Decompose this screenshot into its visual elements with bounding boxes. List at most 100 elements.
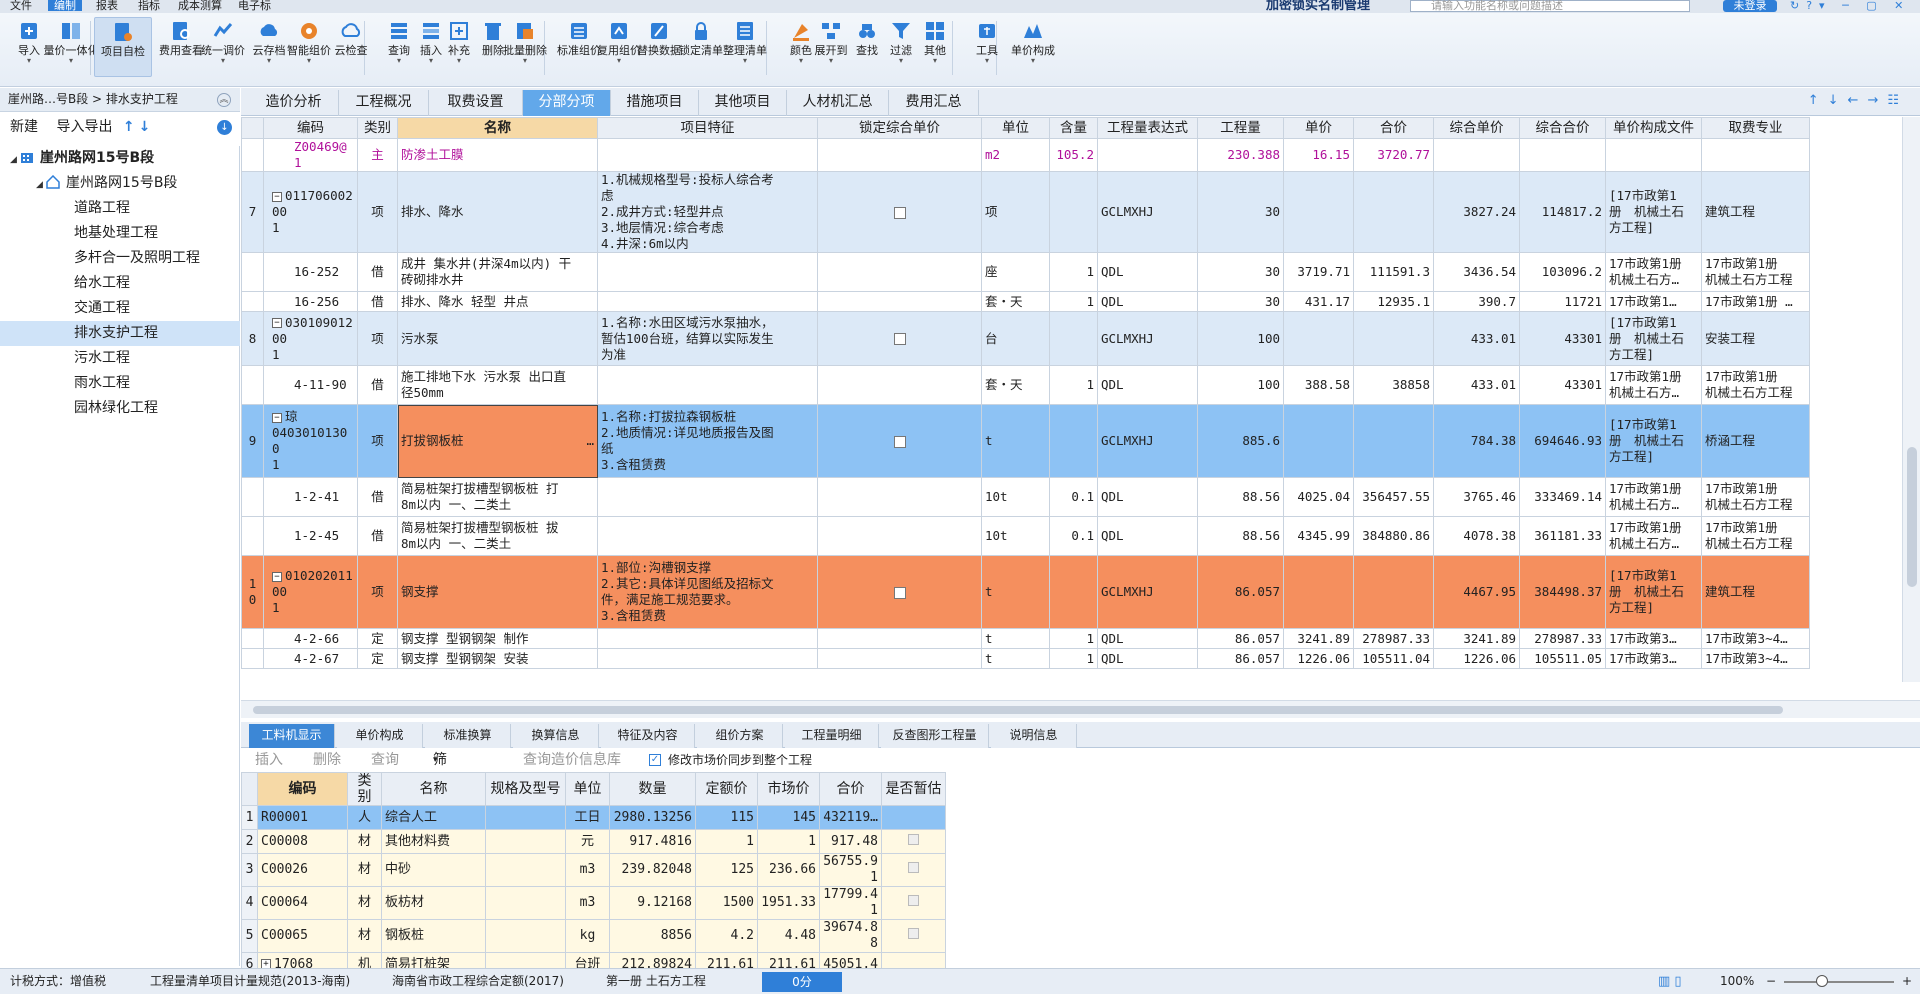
- column-header[interactable]: 类别: [357, 117, 398, 139]
- column-header[interactable]: 单位: [981, 117, 1050, 139]
- cell-est[interactable]: [881, 952, 946, 968]
- bottom-tab-0[interactable]: 工料机显示: [249, 724, 335, 748]
- cell-name[interactable]: 污水泵: [397, 311, 598, 366]
- column-header[interactable]: 数量: [609, 772, 696, 806]
- column-header[interactable]: 含量: [1049, 117, 1098, 139]
- menu-item-1[interactable]: 编制: [48, 0, 82, 11]
- cell-name[interactable]: 成井 集水井(井深4m以内) 干 砖砌排水井: [397, 252, 598, 292]
- estimate-checkbox[interactable]: [908, 833, 919, 845]
- menu-item-0[interactable]: 文件: [4, 0, 38, 11]
- cell-code[interactable]: 16-252: [263, 252, 358, 292]
- zoom-in-icon[interactable]: +: [1902, 969, 1912, 994]
- login-button[interactable]: 未登录: [1723, 0, 1777, 12]
- table-row[interactable]: 16-252 借 成井 集水井(井深4m以内) 干 砖砌排水井 座 1 QDL 30 3719…: [241, 252, 1810, 292]
- cell-code[interactable]: 4-2-67: [263, 648, 358, 669]
- cell-lock[interactable]: [817, 648, 982, 669]
- import-export-button[interactable]: 导入导出: [56, 119, 112, 135]
- tree-item[interactable]: 多杆合一及照明工程: [0, 246, 240, 271]
- cell-name[interactable]: 钢支撑 型钢钢架 安装: [397, 648, 598, 669]
- horizontal-scroll-thumb[interactable]: [253, 706, 1783, 714]
- bottom-tab-1[interactable]: 单价构成: [337, 724, 423, 748]
- expand-icon[interactable]: ◢: [36, 173, 46, 198]
- menu-item-3[interactable]: 指标: [132, 0, 166, 11]
- column-header[interactable]: 单价构成文件: [1605, 117, 1702, 139]
- delete-button[interactable]: 删除: [313, 748, 341, 772]
- column-header[interactable]: 编码: [263, 117, 358, 139]
- cell-lock[interactable]: [817, 171, 982, 253]
- table-row[interactable]: 1-2-45 借 简易桩架打拔槽型钢板桩 拔 8m以内 一、二类土 10t 0.1 QDL…: [241, 516, 1810, 556]
- bottom-tab-6[interactable]: 工程量明细: [785, 724, 879, 748]
- vertical-scroll-thumb[interactable]: [1907, 447, 1917, 587]
- cell-name[interactable]: 施工排地下水 污水泵 出口直 径50mm: [397, 365, 598, 405]
- toolbar-button-batch-delete[interactable]: 批量删除 ▾: [496, 17, 554, 77]
- table-row[interactable]: 10−01020201100 1 项钢支撑 1.部位:沟槽钢支撑 2.其它:具体详见…: [241, 555, 1810, 629]
- download-icon[interactable]: ↓: [217, 120, 232, 135]
- column-header[interactable]: 单位: [565, 772, 610, 806]
- bottom-tab-3[interactable]: 换算信息: [513, 724, 599, 748]
- column-header[interactable]: 类别: [347, 772, 382, 806]
- tree-item[interactable]: 污水工程: [0, 346, 240, 371]
- table-row[interactable]: 1 R00001 人综合人工 工日 2980.13256 115 145 432119…: [241, 805, 946, 830]
- cell-lock[interactable]: [817, 365, 982, 405]
- bottom-tab-8[interactable]: 说明信息: [991, 724, 1077, 748]
- global-search-input[interactable]: 请输入功能名称或问题描述: [1410, 0, 1690, 12]
- lock-checkbox[interactable]: [893, 333, 906, 345]
- column-header[interactable]: 综合单价: [1433, 117, 1520, 139]
- new-button[interactable]: 新建: [10, 119, 38, 135]
- cell-est[interactable]: [881, 853, 946, 887]
- toolbar-button-arrange-list[interactable]: 整理清单 ▾: [716, 17, 774, 77]
- cell-lock[interactable]: [817, 291, 982, 312]
- vertical-scrollbar[interactable]: [1902, 117, 1920, 682]
- cell-code[interactable]: 4-11-90: [263, 365, 358, 405]
- estimate-checkbox[interactable]: [908, 862, 919, 873]
- tree-item[interactable]: ◢ 崖州路网15号B段: [0, 146, 240, 171]
- table-row[interactable]: 2 C00008 材其他材料费 元 917.4816 1 1 917.48: [241, 829, 946, 854]
- column-header[interactable]: 名称: [381, 772, 486, 806]
- cell-lock[interactable]: [817, 516, 982, 556]
- tree-item[interactable]: 园林绿化工程: [0, 396, 240, 421]
- cell-est[interactable]: [881, 829, 946, 854]
- collapse-icon[interactable]: −: [272, 191, 282, 202]
- query-price-info-button[interactable]: 查询造价信息库: [523, 748, 621, 772]
- table-row[interactable]: 6 +17068 机简易打桩架 台班 212.89824 211.61 211.61 4505…: [241, 952, 946, 968]
- cell-est[interactable]: [881, 886, 946, 920]
- tree-item[interactable]: 道路工程: [0, 196, 240, 221]
- navigation-icons[interactable]: ↑↓←→☷: [1808, 93, 1908, 108]
- cell-name[interactable]: 简易桩架打拔槽型钢板桩 拔 8m以内 一、二类土: [397, 516, 598, 556]
- cell-code[interactable]: 16-256: [263, 291, 358, 312]
- cell-est[interactable]: [881, 919, 946, 953]
- bottom-tab-4[interactable]: 特征及内容: [601, 724, 695, 748]
- column-header[interactable]: 规格及型号: [485, 772, 566, 806]
- column-header[interactable]: 合价: [1353, 117, 1434, 139]
- expand-icon[interactable]: +: [261, 959, 271, 968]
- cell-lock[interactable]: [817, 311, 982, 366]
- cell-name[interactable]: 钢支撑 型钢钢架 制作: [397, 628, 598, 649]
- tree-item[interactable]: ◢ 崖州路网15号B段: [0, 171, 240, 196]
- tab-3[interactable]: 分部分项: [523, 90, 611, 116]
- tree-item[interactable]: 地基处理工程: [0, 221, 240, 246]
- column-header[interactable]: 市场价: [757, 772, 820, 806]
- estimate-checkbox[interactable]: [908, 895, 919, 906]
- tab-7[interactable]: 费用汇总: [889, 90, 979, 116]
- cell-name[interactable]: 钢支撑: [397, 555, 598, 629]
- cell-lock[interactable]: [817, 628, 982, 649]
- cell-lock[interactable]: [817, 555, 982, 629]
- column-header[interactable]: 取费专业: [1701, 117, 1810, 139]
- tab-1[interactable]: 工程概况: [339, 90, 429, 116]
- collapse-icon[interactable]: −: [272, 412, 282, 423]
- expand-icon[interactable]: ◢: [10, 148, 20, 173]
- cell-code[interactable]: 1-2-45: [263, 516, 358, 556]
- column-header[interactable]: 定额价: [695, 772, 758, 806]
- column-header[interactable]: 工程量: [1197, 117, 1284, 139]
- cell-name[interactable]: 打拔钢板桩…: [397, 404, 598, 478]
- cell-lock[interactable]: [817, 138, 982, 172]
- zoom-out-icon[interactable]: −: [1766, 969, 1776, 994]
- cell-code[interactable]: 1-2-41: [263, 477, 358, 517]
- cell-code[interactable]: −01020201100 1: [263, 555, 358, 629]
- table-row[interactable]: 4-2-66 定 钢支撑 型钢钢架 制作 t 1 QDL 86.057 3241.89 2789…: [241, 628, 1810, 649]
- cell-lock[interactable]: [817, 477, 982, 517]
- bottom-tab-5[interactable]: 组价方案: [697, 724, 783, 748]
- table-row[interactable]: Z00469@1 主 防渗土工膜 m2 105.2 230.388 16.15 3720.77: [241, 138, 1810, 172]
- tab-5[interactable]: 其他项目: [699, 90, 787, 116]
- layout-icon[interactable]: ▥ ▯: [1658, 969, 1682, 994]
